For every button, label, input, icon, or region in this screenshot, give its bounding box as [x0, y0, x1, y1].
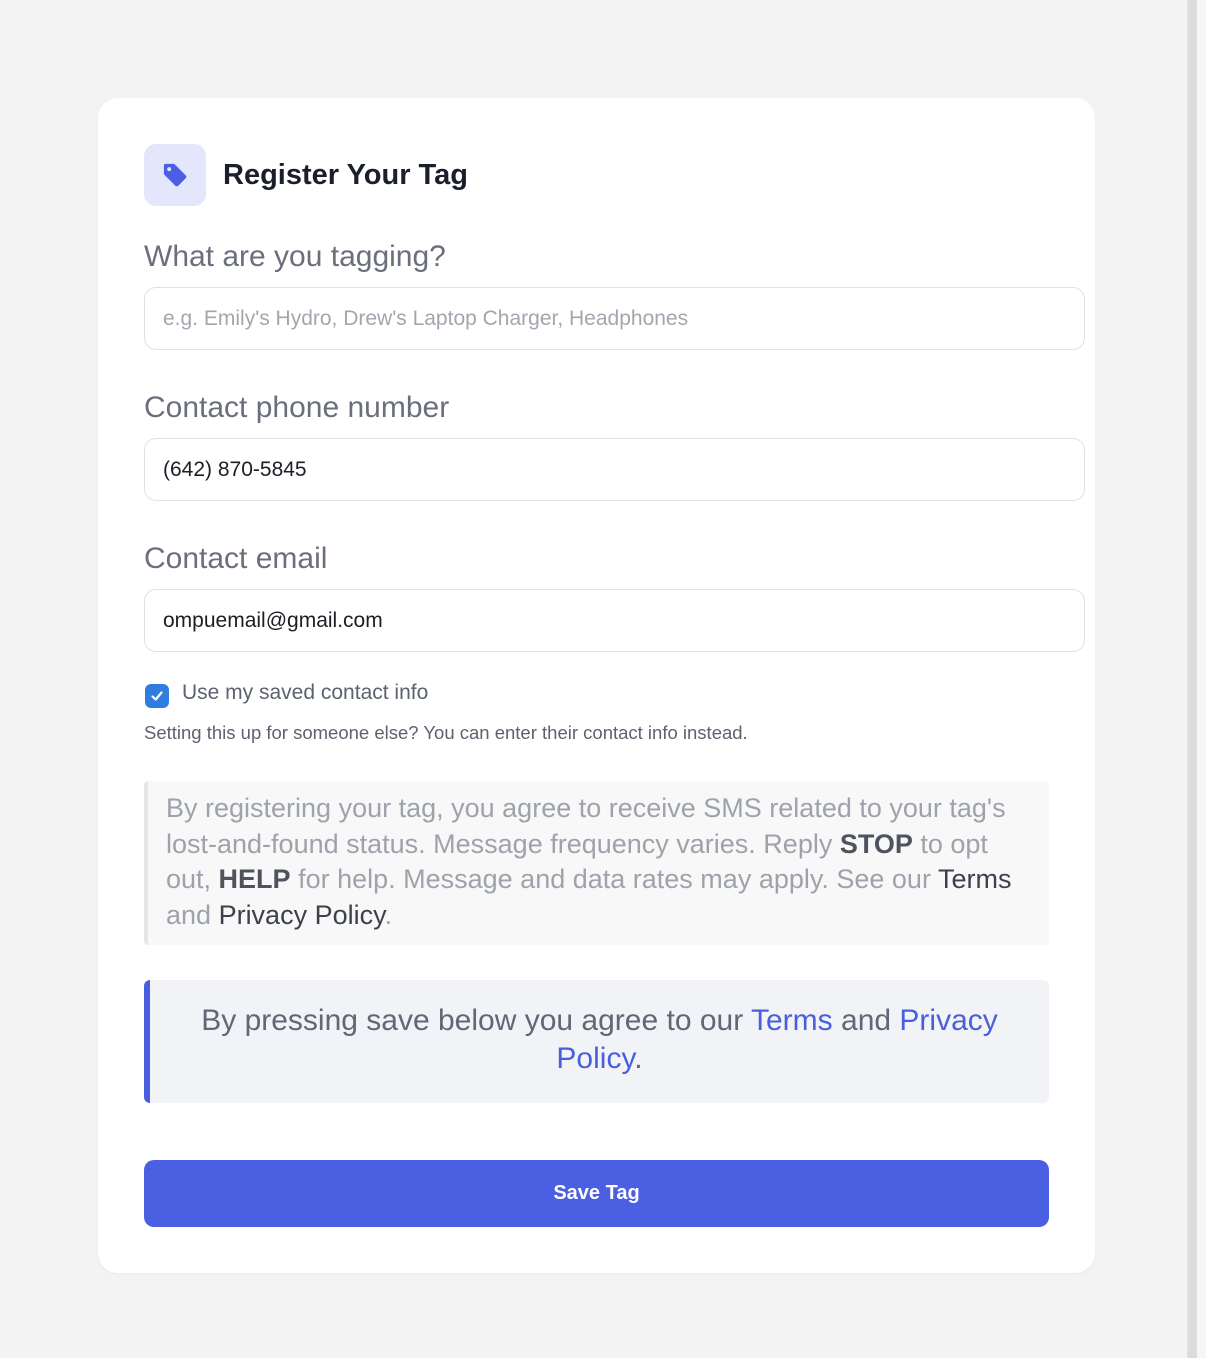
tag-icon-badge: [144, 144, 206, 206]
sms-terms-link[interactable]: Terms: [938, 864, 1012, 894]
sms-privacy-link[interactable]: Privacy Policy: [219, 900, 385, 930]
saved-contact-option[interactable]: Use my saved contact info: [145, 678, 428, 708]
agreement-notice: By pressing save below you agree to our …: [144, 980, 1049, 1103]
saved-contact-label[interactable]: Use my saved contact info: [182, 681, 428, 705]
sms-stop-keyword: STOP: [839, 828, 913, 859]
saved-contact-checkbox[interactable]: [145, 684, 169, 708]
agreement-text: .: [634, 1042, 643, 1075]
save-tag-button[interactable]: Save Tag: [144, 1160, 1049, 1227]
item-name-input[interactable]: [144, 287, 1085, 350]
register-tag-card: Register Your Tag What are you tagging? …: [98, 98, 1095, 1273]
sms-notice-text: and: [166, 899, 219, 930]
agreement-text: and: [832, 1004, 900, 1037]
card-header: Register Your Tag: [144, 144, 468, 206]
sms-notice-text: for help. Message and data rates may app…: [290, 864, 938, 894]
scrollbar-thumb[interactable]: [1188, 0, 1197, 1358]
email-label: Contact email: [144, 542, 328, 575]
item-name-label: What are you tagging?: [144, 240, 446, 273]
sms-help-keyword: HELP: [218, 864, 291, 894]
agreement-text: By pressing save below you agree to our: [201, 1004, 751, 1037]
check-icon: [151, 691, 163, 701]
tag-icon: [163, 163, 187, 187]
page-title: Register Your Tag: [223, 158, 468, 191]
helper-text: Setting this up for someone else? You ca…: [144, 722, 748, 743]
sms-consent-notice: By registering your tag, you agree to re…: [144, 781, 1049, 945]
terms-link[interactable]: Terms: [751, 1004, 833, 1037]
sms-notice-text: .: [384, 899, 393, 930]
email-input[interactable]: [144, 589, 1085, 652]
phone-label: Contact phone number: [144, 391, 450, 424]
phone-input[interactable]: [144, 438, 1085, 501]
